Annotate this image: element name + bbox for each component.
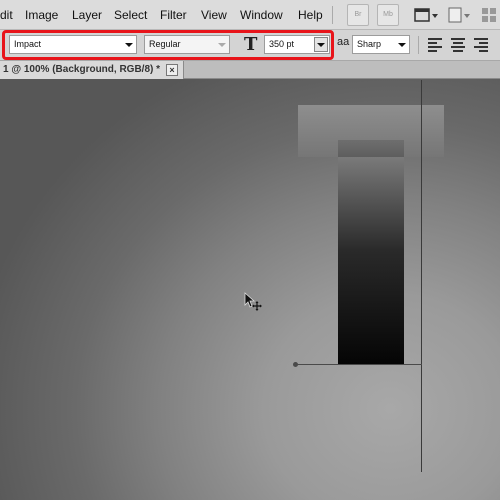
- antialias-dropdown[interactable]: Sharp: [352, 35, 410, 54]
- close-icon[interactable]: ×: [166, 64, 178, 76]
- menu-select[interactable]: Select: [114, 0, 147, 30]
- menu-separator: [332, 6, 333, 24]
- menu-window[interactable]: Window: [240, 0, 283, 30]
- antialias-icon: aa: [337, 36, 350, 48]
- document-tab-bar: 1 @ 100% (Background, RGB/8) * ×: [0, 61, 500, 79]
- workspace-button[interactable]: [480, 5, 500, 25]
- move-cursor-icon: [244, 292, 262, 317]
- menu-image[interactable]: Image: [25, 0, 58, 30]
- options-separator: [418, 36, 419, 54]
- menu-help[interactable]: Help: [298, 0, 323, 30]
- text-letter-stem-top[interactable]: [338, 140, 404, 157]
- align-center-icon[interactable]: [451, 38, 465, 52]
- menu-layer[interactable]: Layer: [72, 0, 102, 30]
- highlight-box: [2, 30, 334, 60]
- align-left-icon[interactable]: [428, 38, 442, 52]
- text-baseline-guide: [296, 364, 422, 365]
- screen-mode-button[interactable]: [413, 5, 439, 25]
- grid-icon: [482, 8, 496, 22]
- menu-edit[interactable]: dit: [0, 0, 13, 30]
- align-right-icon[interactable]: [474, 38, 488, 52]
- menu-filter[interactable]: Filter: [160, 0, 187, 30]
- chevron-down-icon: [398, 43, 406, 47]
- document-tab-title: 1 @ 100% (Background, RGB/8) *: [3, 64, 161, 75]
- menu-bar: dit Image Layer Select Filter View Windo…: [0, 0, 500, 30]
- baseline-anchor-point: [293, 362, 298, 367]
- arrange-icon: [448, 7, 470, 23]
- screen-mode-icon: [414, 8, 438, 22]
- document-tab[interactable]: 1 @ 100% (Background, RGB/8) * ×: [0, 61, 184, 79]
- antialias-value: Sharp: [357, 39, 382, 49]
- mini-bridge-button[interactable]: Mb: [377, 4, 399, 26]
- menu-view[interactable]: View: [201, 0, 227, 30]
- arrange-documents-button[interactable]: [446, 5, 472, 25]
- bridge-button[interactable]: Br: [347, 4, 369, 26]
- text-baseline-guide-vertical: [421, 80, 422, 472]
- text-letter-stem[interactable]: [338, 157, 404, 364]
